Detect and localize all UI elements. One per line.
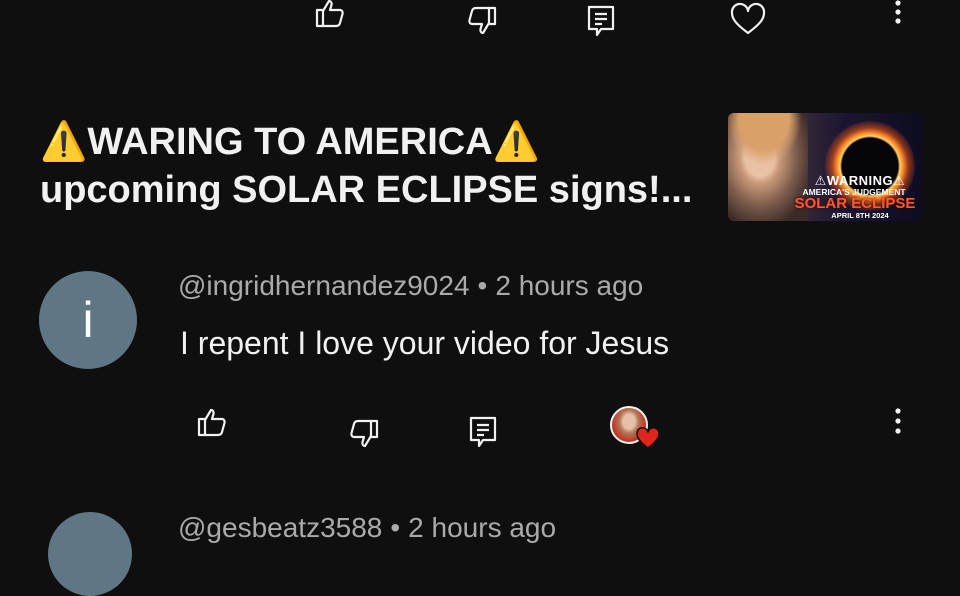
heart-filled-icon xyxy=(636,426,660,450)
avatar-letter: i xyxy=(82,292,94,348)
comment-like-button[interactable] xyxy=(194,404,230,440)
thumbs-down-icon xyxy=(466,6,498,36)
comment-more-button[interactable] xyxy=(886,404,910,438)
comment-time: 2 hours ago xyxy=(495,270,644,301)
comment-dislike-button[interactable] xyxy=(346,416,382,452)
video-title-line-1: ⚠️WARING TO AMERICA⚠️ xyxy=(40,121,540,163)
comment-author[interactable]: @ingridhernandez9024 xyxy=(178,270,470,301)
more-button[interactable] xyxy=(886,0,910,28)
comment-meta: @ingridhernandez9024 • 2 hours ago xyxy=(178,270,643,302)
meta-separator: • xyxy=(390,512,401,543)
comment-icon xyxy=(586,4,616,38)
video-title-line-2: upcoming SOLAR ECLIPSE signs!... xyxy=(40,169,693,211)
avatar[interactable]: i xyxy=(39,271,137,369)
thumbs-down-icon xyxy=(348,419,380,449)
comment-icon xyxy=(468,415,498,449)
more-vertical-icon xyxy=(894,0,902,26)
comment-time: 2 hours ago xyxy=(408,512,557,543)
thumbs-up-icon xyxy=(314,0,346,28)
thumbnail-hair-highlight xyxy=(728,113,808,173)
avatar[interactable] xyxy=(48,512,132,596)
creator-heart-badge[interactable] xyxy=(610,406,662,452)
meta-separator: • xyxy=(477,270,488,301)
video-thumbnail[interactable]: ⚠WARNING⚠ AMERICA'S JUDGEMENT SOLAR ECLI… xyxy=(728,113,922,221)
reply-button[interactable] xyxy=(583,3,619,39)
dislike-button[interactable] xyxy=(464,4,500,38)
heart-button[interactable] xyxy=(728,0,768,38)
thumbs-up-icon xyxy=(196,407,228,437)
heart-outline-icon xyxy=(730,2,766,36)
thumbnail-text-date: APRIL 8TH 2024 xyxy=(831,211,889,220)
comment-author[interactable]: @gesbeatz3588 xyxy=(178,512,382,543)
comment-text: I repent I love your video for Jesus xyxy=(180,325,670,361)
thumbnail-text-eclipse: SOLAR ECLIPSE xyxy=(794,195,916,212)
more-vertical-icon xyxy=(894,407,902,435)
like-button[interactable] xyxy=(312,0,348,30)
video-title[interactable]: ⚠️WARING TO AMERICA⚠️ upcoming SOLAR ECL… xyxy=(40,118,720,214)
comment-meta: @gesbeatz3588 • 2 hours ago xyxy=(178,512,556,544)
comment-reply-button[interactable] xyxy=(466,414,500,450)
